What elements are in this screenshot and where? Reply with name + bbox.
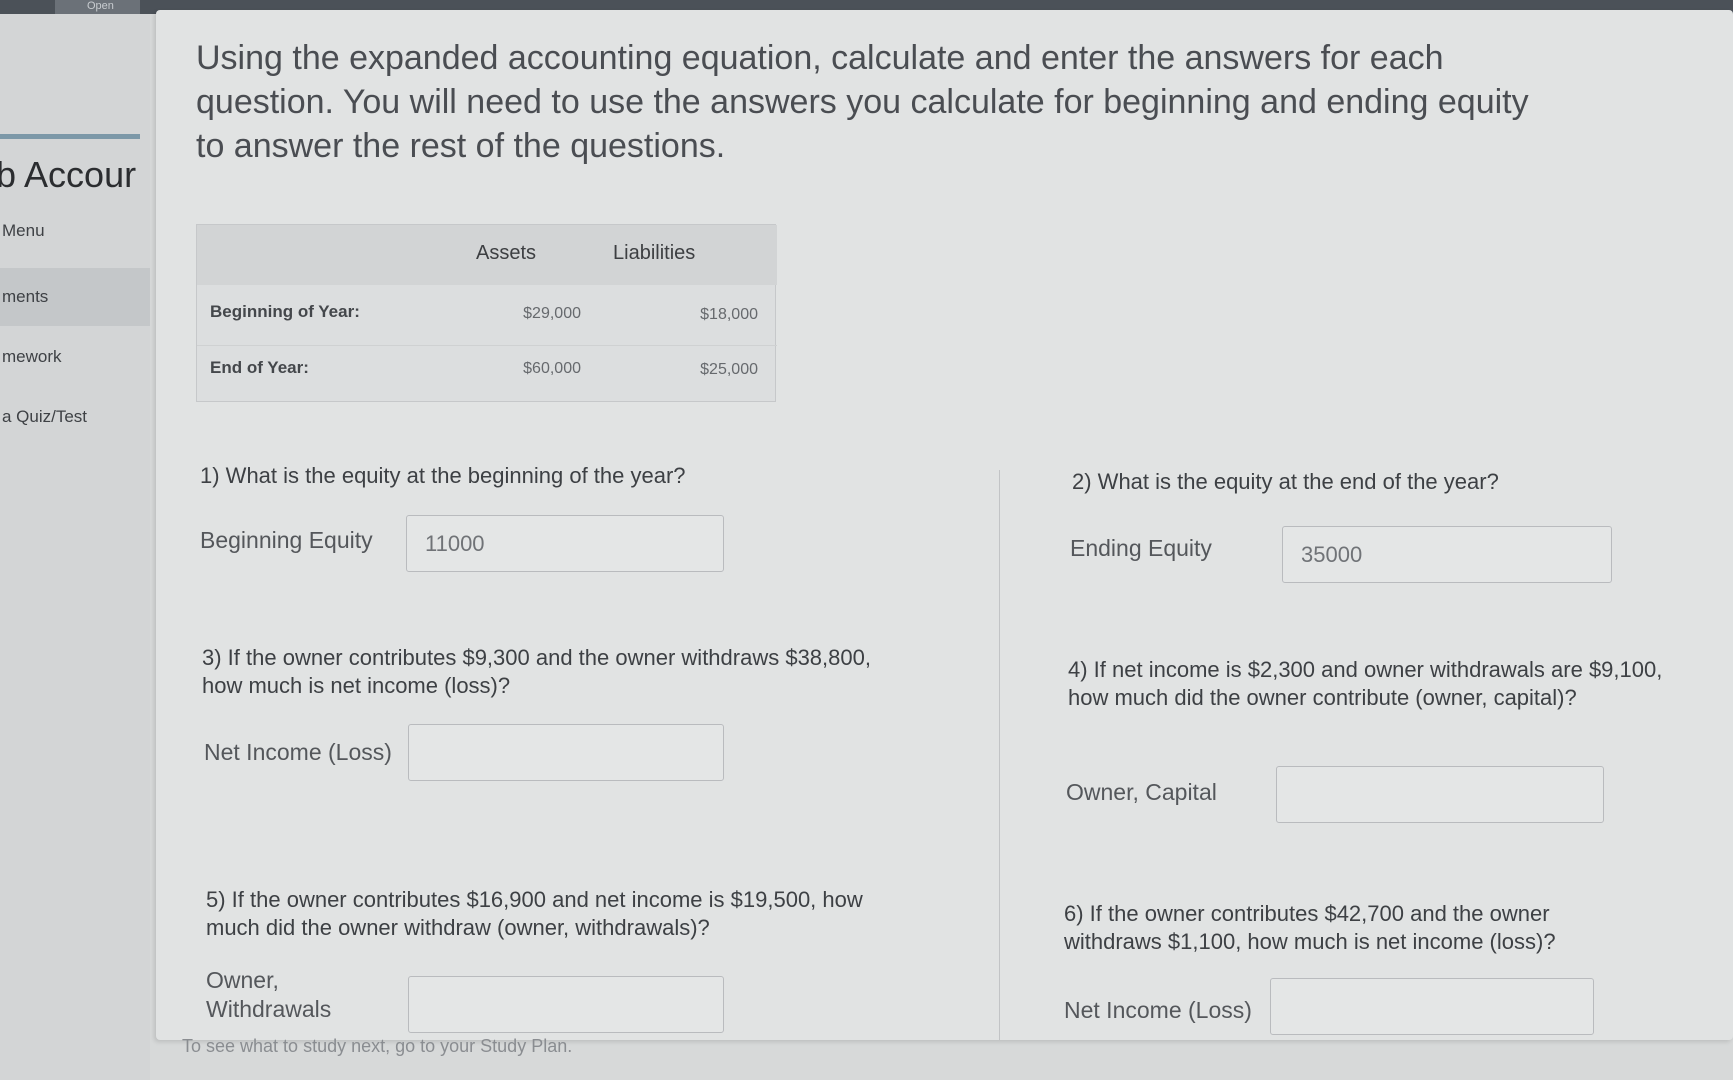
- table-cell-liabilities: $18,000: [700, 306, 758, 323]
- question-2-text: 2) What is the equity at the end of the …: [1072, 469, 1499, 494]
- owner-capital-input[interactable]: [1276, 766, 1604, 823]
- sidebar: b Accour Menu ments mework a Quiz/Test: [0, 14, 150, 1080]
- question-1-text: 1) What is the equity at the beginning o…: [200, 463, 686, 488]
- instructions-text: Using the expanded accounting equation, …: [196, 39, 1529, 165]
- column-divider: [999, 470, 1000, 1040]
- beginning-equity-input[interactable]: [406, 515, 724, 572]
- question-6-text: 6) If the owner contributes $42,700 and …: [1064, 901, 1556, 954]
- owner-withdrawals-label: Owner, Withdrawals: [206, 967, 332, 1022]
- question-3-text: 3) If the owner contributes $9,300 and t…: [202, 645, 871, 698]
- question-4-text: 4) If net income is $2,300 and owner wit…: [1068, 657, 1663, 710]
- table-row-label: End of Year:: [210, 358, 309, 377]
- owner-capital-label: Owner, Capital: [1066, 779, 1217, 805]
- course-title: b Accour: [0, 154, 137, 195]
- sidebar-item-quiz-test[interactable]: a Quiz/Test: [0, 388, 150, 446]
- net-income-input-q6[interactable]: [1270, 978, 1594, 1035]
- column-header-liabilities: Liabilities: [613, 242, 696, 264]
- table-row-label: Beginning of Year:: [210, 302, 360, 321]
- ending-equity-label: Ending Equity: [1070, 535, 1212, 561]
- table-cell-liabilities: $25,000: [700, 361, 758, 378]
- beginning-equity-label: Beginning Equity: [200, 527, 373, 553]
- study-plan-link[interactable]: To see what to study next, go to your St…: [182, 1036, 572, 1057]
- sidebar-item-homework[interactable]: mework: [0, 328, 150, 386]
- table-cell-assets: $60,000: [523, 360, 581, 377]
- screen: Open b Accour Menu ments mework a Quiz/T…: [0, 0, 1733, 1080]
- row-divider: [197, 345, 777, 346]
- owner-withdrawals-input[interactable]: [408, 976, 724, 1033]
- sidebar-item-menu[interactable]: Menu: [0, 206, 150, 256]
- net-income-label: Net Income (Loss): [204, 739, 392, 765]
- net-income-input[interactable]: [408, 724, 724, 781]
- sidebar-item-assignments[interactable]: ments: [0, 268, 150, 326]
- table-cell-assets: $29,000: [523, 305, 581, 322]
- net-income-label-q6: Net Income (Loss): [1064, 997, 1252, 1023]
- open-button[interactable]: Open: [55, 0, 140, 14]
- question-panel: Using the expanded accounting equation, …: [156, 10, 1733, 1040]
- column-header-assets: Assets: [476, 242, 537, 264]
- sidebar-accent-bar: [0, 134, 140, 139]
- ending-equity-input[interactable]: [1282, 526, 1612, 583]
- question-5-text: 5) If the owner contributes $16,900 and …: [206, 887, 863, 940]
